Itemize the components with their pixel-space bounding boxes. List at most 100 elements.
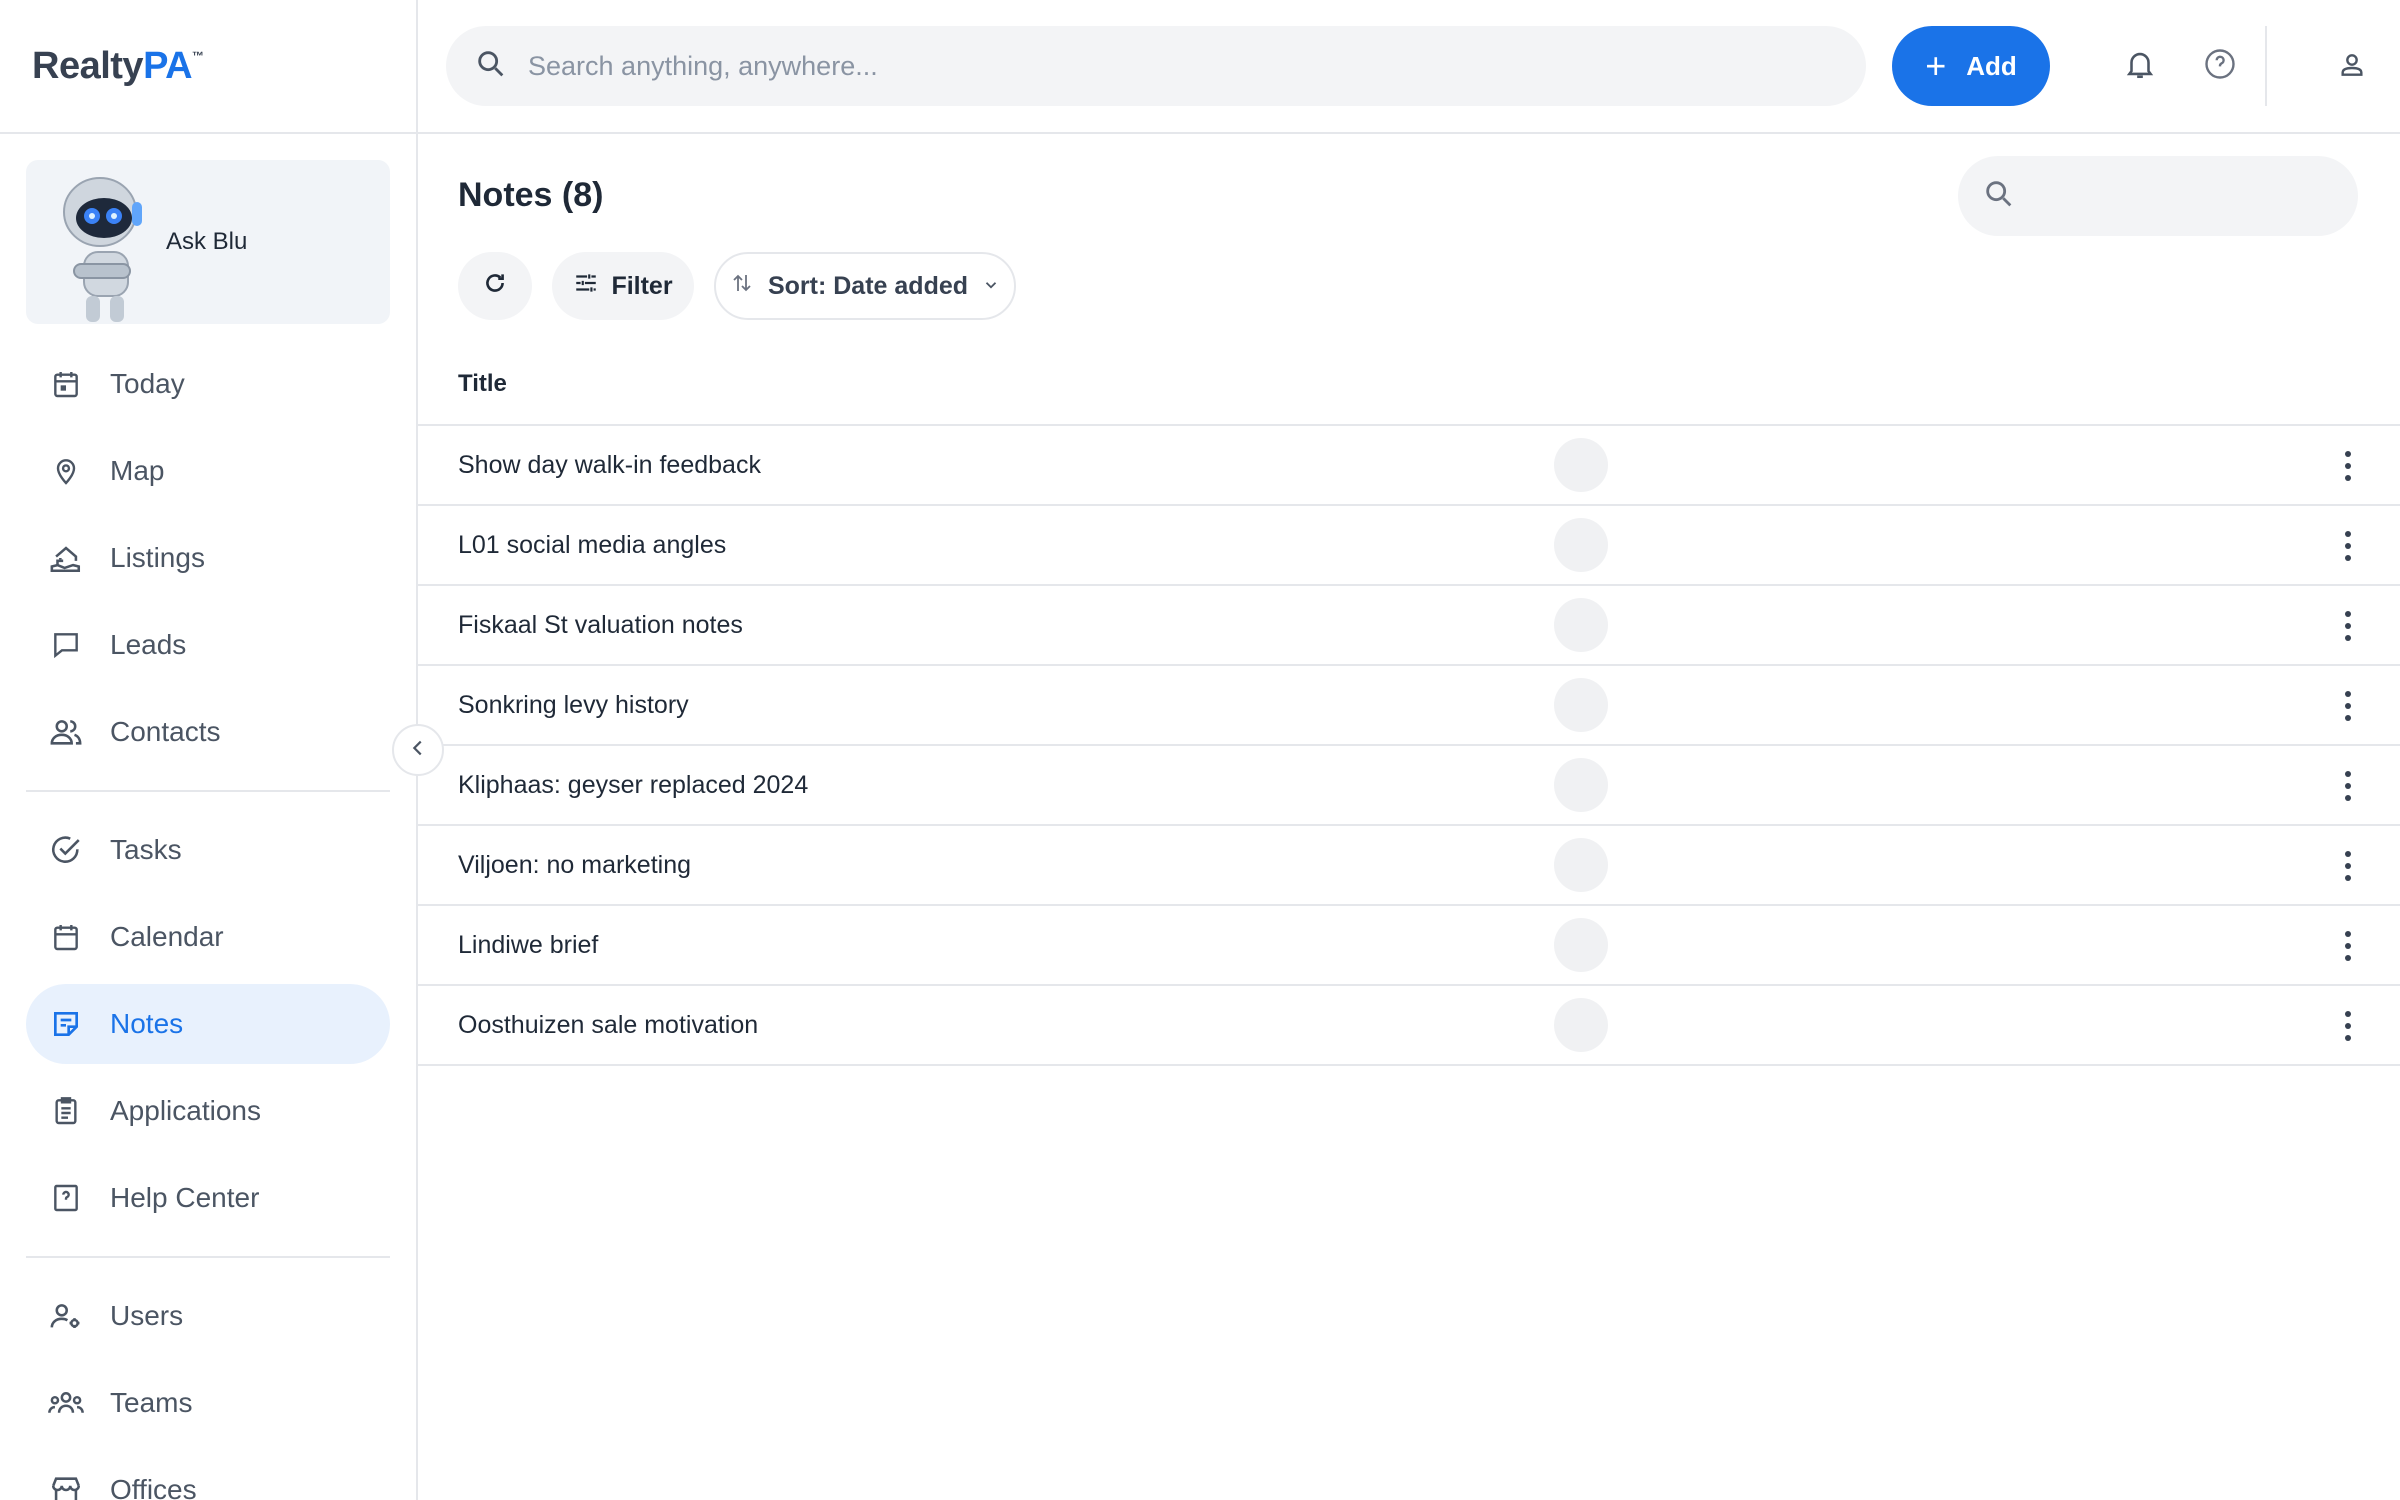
more-options-icon[interactable] [2336,1002,2360,1050]
sidebar-item-label: Help Center [110,1182,260,1213]
note-title[interactable]: Sonkring levy history [458,691,689,720]
global-search-input[interactable] [528,50,1728,82]
note-title[interactable]: Lindiwe brief [458,931,598,960]
note-title[interactable]: L01 social media angles [458,531,726,560]
column-header-title[interactable]: Title [458,370,507,398]
menu-dot [2345,1011,2351,1017]
sort-dropdown[interactable]: Sort: Date added [714,252,1016,320]
robot-avatar-icon [48,160,168,324]
sidebar-item-map[interactable]: Map [26,431,390,511]
sidebar-item-label: Notes [110,1008,184,1039]
table-row[interactable]: Kliphaas: geyser replaced 2024 [418,746,2400,826]
table-row[interactable]: Oosthuizen sale motivation [418,986,2400,1066]
menu-dot [2345,531,2351,537]
ask-blu-label: Ask Blu [166,228,248,255]
app-logo[interactable]: RealtyPA™ [32,45,204,88]
more-options-icon[interactable] [2336,602,2360,650]
sidebar-item-offices[interactable]: Offices [26,1450,390,1500]
more-options-icon[interactable] [2336,522,2360,570]
avatar [1554,678,1608,732]
more-options-icon[interactable] [2336,442,2360,490]
search-icon [474,47,508,86]
sidebar-item-today[interactable]: Today [26,344,390,424]
sidebar-item-label: Calendar [110,921,224,952]
menu-dot [2345,955,2351,961]
account-button[interactable] [2330,44,2374,88]
sidebar-item-tasks[interactable]: Tasks [26,810,390,890]
menu-dot [2345,475,2351,481]
note-title[interactable]: Viljoen: no marketing [458,851,691,880]
menu-dot [2345,623,2351,629]
bell-icon [2123,47,2157,86]
refresh-button[interactable] [458,252,532,320]
avatar [1554,838,1608,892]
note-title[interactable]: Kliphaas: geyser replaced 2024 [458,771,808,800]
menu-dot [2345,1035,2351,1041]
team-icon [48,1385,84,1421]
chevron-left-icon [407,737,429,764]
filter-label: Filter [611,271,673,300]
sidebar-item-calendar[interactable]: Calendar [26,897,390,977]
avatar [1554,998,1608,1052]
table-row[interactable]: Lindiwe brief [418,906,2400,986]
help-circle-icon [2202,46,2238,87]
menu-dot [2345,1023,2351,1029]
menu-dot [2345,451,2351,457]
ask-blu-card[interactable]: Ask Blu [26,160,390,324]
table-row[interactable]: L01 social media angles [418,506,2400,586]
logo-accent: PA [143,44,193,87]
notifications-button[interactable] [2118,44,2162,88]
table-row[interactable]: Sonkring levy history [418,666,2400,746]
note-title[interactable]: Oosthuizen sale motivation [458,1011,758,1040]
notes-table: Show day walk-in feedback L01 social medi… [418,424,2400,1066]
add-button[interactable]: + Add [1892,26,2050,106]
more-options-icon[interactable] [2336,922,2360,970]
menu-dot [2345,863,2351,869]
avatar [1554,518,1608,572]
menu-dot [2345,771,2351,777]
avatar [1554,758,1608,812]
table-row[interactable]: Fiskaal St valuation notes [418,586,2400,666]
sidebar-item-notes[interactable]: Notes [26,984,390,1064]
notes-search[interactable] [1958,156,2358,236]
sidebar-item-contacts[interactable]: Contacts [26,692,390,772]
avatar [1554,438,1608,492]
map-pin-icon [48,453,84,489]
sidebar-item-leads[interactable]: Leads [26,605,390,685]
more-options-icon[interactable] [2336,762,2360,810]
chat-bubble-icon [48,627,84,663]
sidebar-item-label: Leads [110,629,187,660]
add-button-label: Add [1966,50,2017,81]
more-options-icon[interactable] [2336,682,2360,730]
note-title[interactable]: Fiskaal St valuation notes [458,611,743,640]
collapse-sidebar-button[interactable] [392,724,444,776]
sidebar-item-label: Map [110,455,165,486]
more-options-icon[interactable] [2336,842,2360,890]
menu-dot [2345,691,2351,697]
logo-main: Realty [32,44,144,87]
store-icon [48,1472,84,1500]
users-icon [48,714,84,750]
table-row[interactable]: Viljoen: no marketing [418,826,2400,906]
sidebar-item-listings[interactable]: Listings [26,518,390,598]
header-divider [2265,26,2267,106]
menu-dot [2345,635,2351,641]
sidebar-item-label: Applications [110,1095,261,1126]
help-button[interactable] [2198,44,2242,88]
menu-dot [2345,875,2351,881]
sidebar-item-applications[interactable]: Applications [26,1071,390,1151]
sidebar-item-label: Tasks [110,834,182,865]
sidebar-item-teams[interactable]: Teams [26,1363,390,1443]
filter-button[interactable]: Filter [552,252,694,320]
sidebar-item-help-center[interactable]: Help Center [26,1158,390,1238]
table-row[interactable]: Show day walk-in feedback [418,426,2400,506]
page-title: Notes (8) [458,176,604,214]
logo-area: RealtyPA™ [0,0,416,134]
menu-dot [2345,543,2351,549]
refresh-icon [482,270,508,303]
note-title[interactable]: Show day walk-in feedback [458,451,761,480]
menu-dot [2345,783,2351,789]
sidebar-item-users[interactable]: Users [26,1276,390,1356]
menu-dot [2345,795,2351,801]
plus-icon: + [1925,45,1947,86]
